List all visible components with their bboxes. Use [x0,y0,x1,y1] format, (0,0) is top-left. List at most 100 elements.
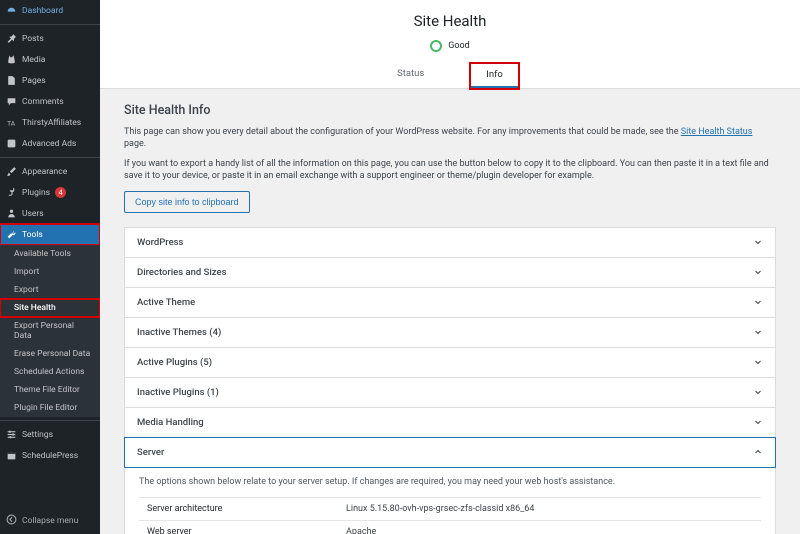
sidebar-item-label: Tools [22,230,43,240]
server-val: Apache [338,520,761,534]
chevron-down-icon [753,297,763,307]
accordion-label: Server [137,447,164,458]
table-row: Server architectureLinux 5.15.80-ovh-vps… [139,497,761,520]
ads-icon [6,138,17,149]
accordion-inactive-themes[interactable]: Inactive Themes (4) [125,318,775,348]
chevron-down-icon [753,327,763,337]
intro-para-1: This page can show you every detail abou… [124,126,776,150]
sidebar-item-users[interactable]: Users [0,203,100,224]
submenu-export[interactable]: Export [0,281,100,299]
sidebar-item-settings[interactable]: Settings [0,424,100,445]
schedule-icon [6,450,17,461]
submenu-theme-file-editor[interactable]: Theme File Editor [0,381,100,399]
page-title: Site Health [100,12,800,30]
table-row: Web serverApache [139,520,761,534]
sidebar-item-thirstyaffiliates[interactable]: TA ThirstyAffiliates [0,112,100,133]
site-health-status-link[interactable]: Site Health Status [681,127,753,137]
chevron-down-icon [753,237,763,247]
collapse-label: Collapse menu [22,516,78,526]
accordion-label: Media Handling [137,417,204,428]
sidebar-item-label: Appearance [22,167,67,177]
sidebar-item-label: Media [22,55,45,65]
pin-icon [6,33,17,44]
sidebar-item-label: Pages [22,76,46,86]
accordion-label: Directories and Sizes [137,267,226,278]
sidebar-item-dashboard[interactable]: Dashboard [0,0,100,21]
chevron-down-icon [753,267,763,277]
user-icon [6,208,17,219]
dashboard-icon [6,5,17,16]
ta-icon: TA [6,117,17,128]
sidebar-item-label: Advanced Ads [22,139,76,149]
chevron-down-icon [753,417,763,427]
sidebar-item-label: ThirstyAffiliates [22,118,81,128]
sidebar-item-label: Settings [22,430,53,440]
page-header: Site Health Good Status Info [100,0,800,89]
sidebar-item-label: Posts [22,34,44,44]
sidebar-item-label: Users [22,209,44,219]
sidebar-item-comments[interactable]: Comments [0,91,100,112]
chevron-up-icon [753,447,763,457]
sidebar-item-label: Dashboard [22,6,63,16]
sidebar-item-posts[interactable]: Posts [0,28,100,49]
tab-status[interactable]: Status [381,62,440,88]
plugin-icon [6,187,17,198]
accordion-label: WordPress [137,237,183,248]
accordion-label: Inactive Plugins (1) [137,387,219,398]
comment-icon [6,96,17,107]
content-area[interactable]: Site Health Info This page can show you … [100,89,800,534]
accordion-label: Inactive Themes (4) [137,327,221,338]
submenu-scheduled-actions[interactable]: Scheduled Actions [0,363,100,381]
sidebar-item-advanced-ads[interactable]: Advanced Ads [0,133,100,154]
accordion-active-theme[interactable]: Active Theme [125,288,775,318]
section-title: Site Health Info [124,103,776,118]
intro-para-2: If you want to export a handy list of al… [124,158,776,182]
site-health-status: Good [100,40,800,52]
sidebar-item-schedulepress[interactable]: SchedulePress [0,445,100,466]
server-val: Linux 5.15.80-ovh-vps-grsec-zfs-classid … [338,497,761,520]
status-label: Good [448,41,469,51]
sidebar-item-label: Comments [22,97,64,107]
brush-icon [6,166,17,177]
collapse-menu[interactable]: Collapse menu [0,508,100,534]
info-accordion: WordPress Directories and Sizes Active T… [124,227,776,534]
accordion-wordpress[interactable]: WordPress [125,228,775,258]
admin-sidebar: Dashboard Posts Media Pages Comments TAT… [0,0,100,534]
server-key: Web server [139,520,338,534]
server-key: Server architecture [139,497,338,520]
accordion-inactive-plugins[interactable]: Inactive Plugins (1) [125,378,775,408]
page-icon [6,75,17,86]
submenu-erase-personal-data[interactable]: Erase Personal Data [0,345,100,363]
main-content: Site Health Good Status Info Site Health… [100,0,800,534]
status-circle-icon [430,40,442,52]
accordion-label: Active Plugins (5) [137,357,212,368]
sidebar-item-label: Plugins [22,188,50,198]
server-panel: The options shown below relate to your s… [125,467,775,534]
tab-info[interactable]: Info [470,63,519,89]
accordion-directories[interactable]: Directories and Sizes [125,258,775,288]
tools-submenu: Available Tools Import Export Site Healt… [0,245,100,417]
submenu-export-personal-data[interactable]: Export Personal Data [0,317,100,345]
submenu-site-health[interactable]: Site Health [0,299,100,317]
svg-text:TA: TA [7,119,16,127]
submenu-import[interactable]: Import [0,263,100,281]
chevron-down-icon [753,387,763,397]
sidebar-item-media[interactable]: Media [0,49,100,70]
collapse-icon [6,514,17,528]
chevron-down-icon [753,357,763,367]
accordion-label: Active Theme [137,297,195,308]
accordion-active-plugins[interactable]: Active Plugins (5) [125,348,775,378]
accordion-media-handling[interactable]: Media Handling [125,408,775,438]
sidebar-item-pages[interactable]: Pages [0,70,100,91]
sidebar-item-appearance[interactable]: Appearance [0,161,100,182]
settings-icon [6,429,17,440]
sidebar-item-tools[interactable]: Tools [0,224,100,245]
media-icon [6,54,17,65]
sidebar-item-plugins[interactable]: Plugins4 [0,182,100,203]
accordion-server[interactable]: Server [124,437,776,468]
copy-site-info-button[interactable]: Copy site info to clipboard [124,191,250,213]
submenu-available-tools[interactable]: Available Tools [0,245,100,263]
sidebar-item-label: SchedulePress [22,451,78,461]
wrench-icon [6,229,17,240]
submenu-plugin-file-editor[interactable]: Plugin File Editor [0,399,100,417]
